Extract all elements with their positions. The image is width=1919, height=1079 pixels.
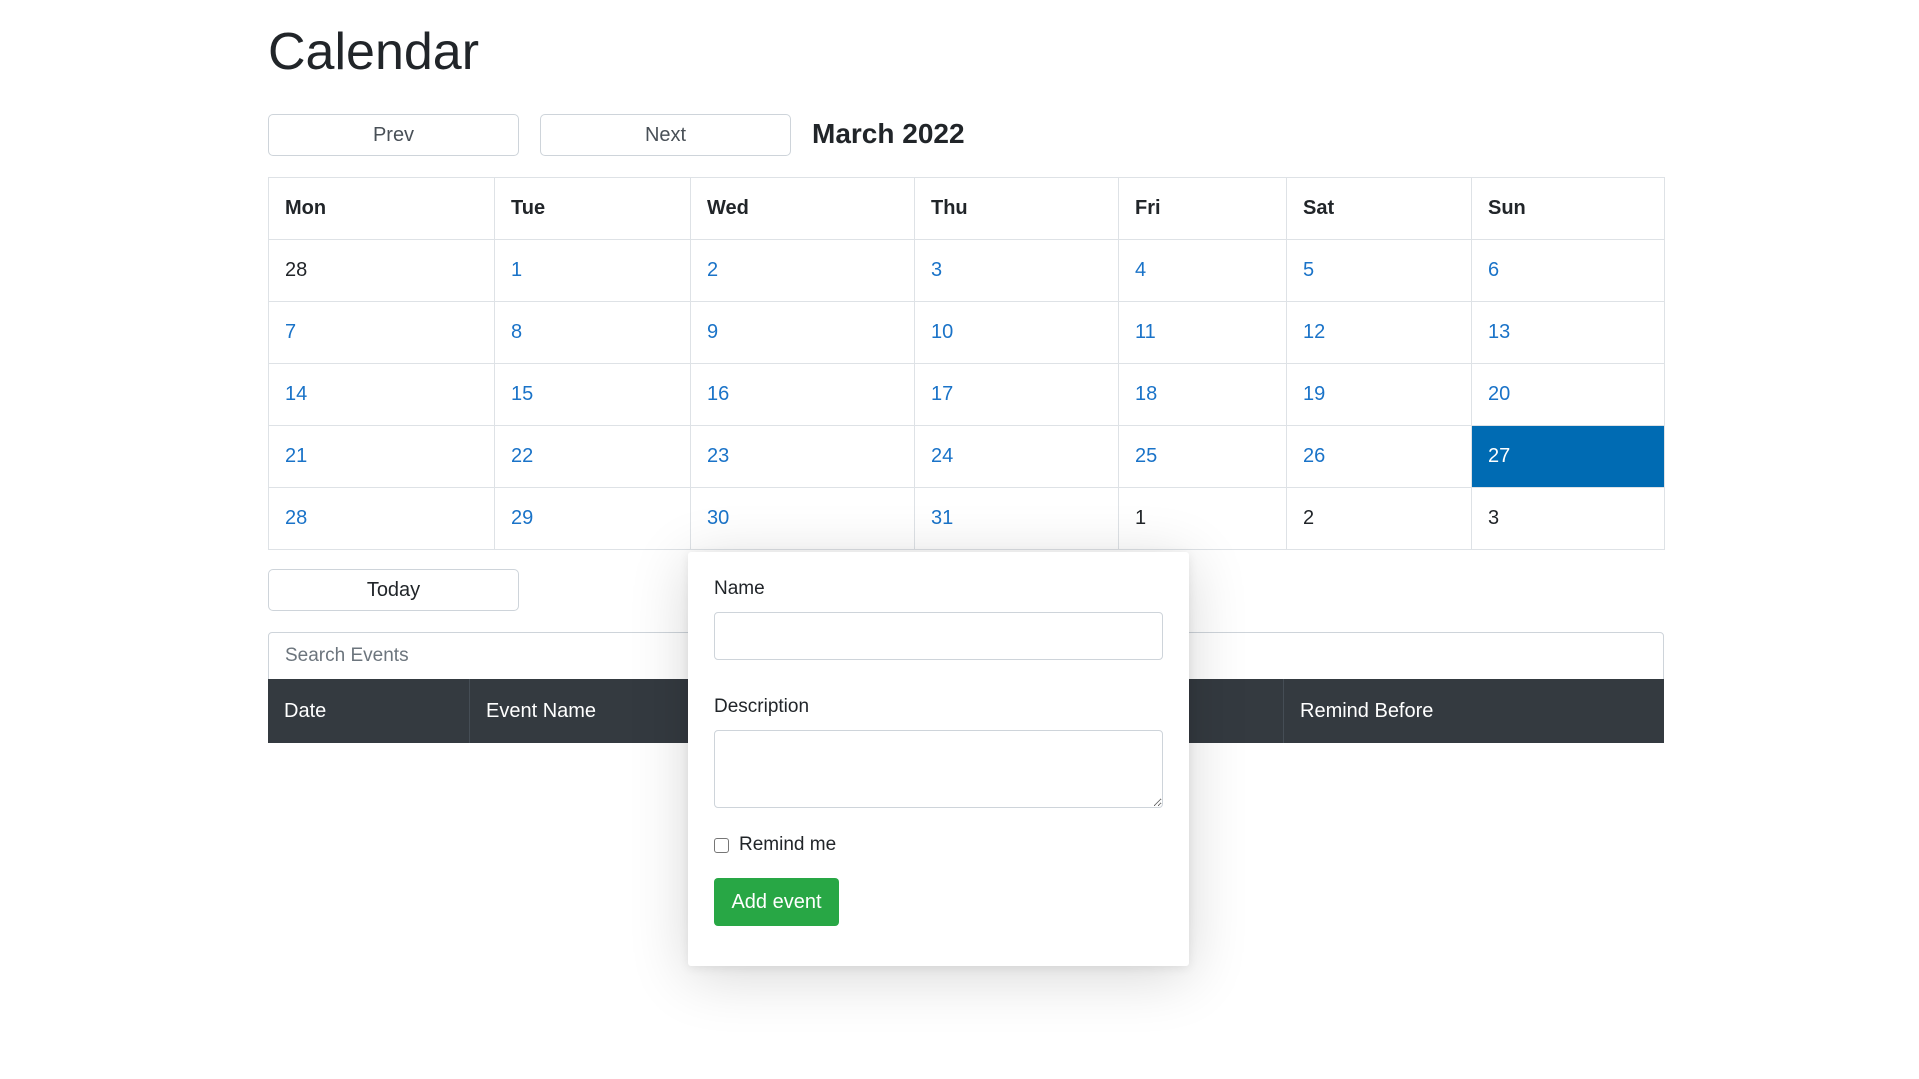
calendar-week-row: 28 1 2 3 4 5 6 [268, 239, 1665, 302]
calendar-day[interactable]: 29 [494, 487, 691, 550]
prev-month-button[interactable]: Prev [268, 114, 519, 156]
add-event-button[interactable]: Add event [714, 878, 839, 926]
calendar-day[interactable]: 25 [1118, 425, 1287, 488]
weekday-header: Sat [1286, 177, 1472, 240]
calendar-day[interactable]: 14 [268, 363, 495, 426]
calendar-day-outside-month: 3 [1471, 487, 1665, 550]
calendar-day[interactable]: 21 [268, 425, 495, 488]
calendar-week-row: 14 15 16 17 18 19 20 [268, 363, 1665, 426]
calendar-day[interactable]: 10 [914, 301, 1119, 364]
page-title: Calendar [268, 23, 480, 81]
calendar-day[interactable]: 12 [1286, 301, 1472, 364]
calendar-day[interactable]: 28 [268, 487, 495, 550]
calendar-day[interactable]: 3 [914, 239, 1119, 302]
name-label: Name [714, 578, 765, 599]
calendar-day[interactable]: 20 [1471, 363, 1665, 426]
weekday-header: Tue [494, 177, 691, 240]
calendar-week-row: 21 22 23 24 25 26 27 [268, 425, 1665, 488]
calendar-day[interactable]: 1 [494, 239, 691, 302]
event-description-textarea[interactable] [714, 730, 1163, 808]
calendar-day[interactable]: 9 [690, 301, 915, 364]
calendar-day[interactable]: 23 [690, 425, 915, 488]
calendar-day-outside-month: 2 [1286, 487, 1472, 550]
calendar-day[interactable]: 13 [1471, 301, 1665, 364]
description-label: Description [714, 696, 810, 717]
remind-me-label: Remind me [739, 834, 837, 855]
calendar-day[interactable]: 5 [1286, 239, 1472, 302]
calendar-day-outside-month: 28 [268, 239, 495, 302]
today-button[interactable]: Today [268, 569, 519, 611]
weekday-header-row: Mon Tue Wed Thu Fri Sat Sun [268, 177, 1665, 240]
calendar-day[interactable]: 15 [494, 363, 691, 426]
column-header-date: Date [268, 679, 470, 743]
weekday-header: Thu [914, 177, 1119, 240]
calendar-day[interactable]: 2 [690, 239, 915, 302]
calendar-day[interactable]: 22 [494, 425, 691, 488]
calendar-day[interactable]: 24 [914, 425, 1119, 488]
calendar-day[interactable]: 30 [690, 487, 915, 550]
calendar-day[interactable]: 4 [1118, 239, 1287, 302]
calendar-day[interactable]: 6 [1471, 239, 1665, 302]
next-month-button[interactable]: Next [540, 114, 791, 156]
remind-me-row: Remind me [714, 832, 1163, 858]
weekday-header: Fri [1118, 177, 1287, 240]
calendar-day[interactable]: 18 [1118, 363, 1287, 426]
calendar-day[interactable]: 8 [494, 301, 691, 364]
calendar-week-row: 7 8 9 10 11 12 13 [268, 301, 1665, 364]
weekday-header: Mon [268, 177, 495, 240]
current-month-label: March 2022 [812, 118, 965, 149]
column-header-remind-before: Remind Before [1300, 700, 1434, 722]
calendar-day[interactable]: 26 [1286, 425, 1472, 488]
calendar-day[interactable]: 31 [914, 487, 1119, 550]
calendar-week-row: 28 29 30 31 1 2 3 [268, 487, 1665, 550]
calendar-day-selected[interactable]: 27 [1471, 425, 1665, 488]
calendar-day-outside-month: 1 [1118, 487, 1287, 550]
weekday-header: Sun [1471, 177, 1665, 240]
weekday-header: Wed [690, 177, 915, 240]
calendar-day[interactable]: 11 [1118, 301, 1287, 364]
remind-me-checkbox[interactable] [714, 837, 729, 853]
calendar-day[interactable]: 7 [268, 301, 495, 364]
event-name-input[interactable] [714, 612, 1163, 660]
calendar-grid: Mon Tue Wed Thu Fri Sat Sun 28 1 2 3 4 5 6 7 8 9 1… [268, 177, 1665, 550]
calendar-day[interactable]: 19 [1286, 363, 1472, 426]
calendar-day[interactable]: 16 [690, 363, 915, 426]
calendar-day[interactable]: 17 [914, 363, 1119, 426]
add-event-popover: Name Description Remind me Add event [688, 552, 1189, 966]
